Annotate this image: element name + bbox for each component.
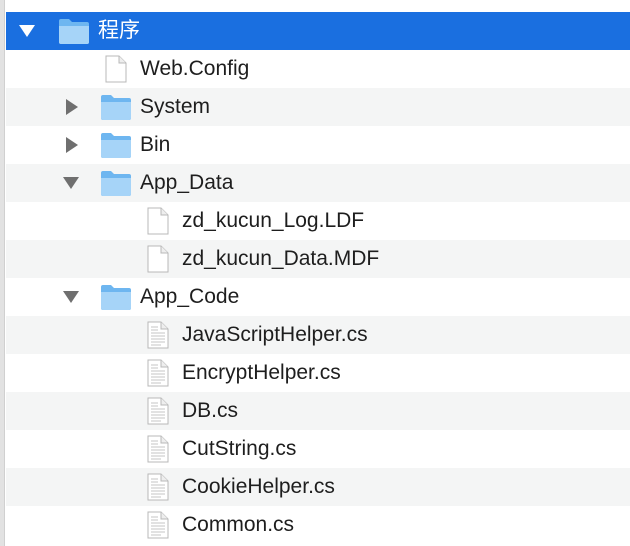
tree-row-folder-app-code[interactable]: App_Code xyxy=(6,278,630,316)
disclosure-collapsed-icon[interactable] xyxy=(66,137,78,153)
tree-row-file[interactable]: CookieHelper.cs xyxy=(6,468,630,506)
file-icon xyxy=(142,245,174,273)
tree-row-label: EncryptHelper.cs xyxy=(182,361,341,384)
disclosure-expanded-icon[interactable] xyxy=(19,25,35,37)
window-edge xyxy=(0,0,5,546)
tree-row-label: JavaScriptHelper.cs xyxy=(182,323,368,346)
text-document-icon xyxy=(142,321,174,349)
file-tree: 程序 Web.Config System Bin App_Data zd_kuc… xyxy=(0,0,630,546)
disclosure-collapsed-icon[interactable] xyxy=(66,99,78,115)
tree-row-folder-app-data[interactable]: App_Data xyxy=(6,164,630,202)
tree-row-label: DB.cs xyxy=(182,399,239,422)
folder-icon xyxy=(100,169,132,197)
tree-row-file[interactable]: zd_kucun_Log.LDF xyxy=(6,202,630,240)
file-icon xyxy=(100,55,132,83)
tree-row-folder-bin[interactable]: Bin xyxy=(6,126,630,164)
text-document-icon xyxy=(142,435,174,463)
disclosure-expanded-icon[interactable] xyxy=(63,291,79,303)
folder-icon xyxy=(100,93,132,121)
tree-row-label: zd_kucun_Log.LDF xyxy=(182,209,365,232)
tree-row-file[interactable]: EncryptHelper.cs xyxy=(6,354,630,392)
folder-icon xyxy=(58,17,90,45)
tree-row-root[interactable]: 程序 xyxy=(6,12,630,50)
tree-row-file[interactable]: Web.Config xyxy=(6,50,630,88)
text-document-icon xyxy=(142,359,174,387)
disclosure-expanded-icon[interactable] xyxy=(63,177,79,189)
tree-row-file[interactable]: zd_kucun_Data.MDF xyxy=(6,240,630,278)
tree-row-folder-system[interactable]: System xyxy=(6,88,630,126)
tree-row-file[interactable]: JavaScriptHelper.cs xyxy=(6,316,630,354)
file-icon xyxy=(142,207,174,235)
text-document-icon xyxy=(142,397,174,425)
tree-row-label: App_Data xyxy=(140,171,234,194)
tree-row-label: Bin xyxy=(140,133,171,156)
tree-row-label: Common.cs xyxy=(182,513,295,536)
tree-row-label: CutString.cs xyxy=(182,437,297,460)
tree-row-label: CookieHelper.cs xyxy=(182,475,335,498)
tree-row-label: zd_kucun_Data.MDF xyxy=(182,247,380,270)
tree-row-label: Web.Config xyxy=(140,57,250,80)
tree-row-file[interactable]: Common.cs xyxy=(6,506,630,544)
tree-row-file[interactable]: CutString.cs xyxy=(6,430,630,468)
tree-row-label: App_Code xyxy=(140,285,240,308)
tree-row-label: 程序 xyxy=(98,19,140,42)
text-document-icon xyxy=(142,473,174,501)
folder-icon xyxy=(100,283,132,311)
text-document-icon xyxy=(142,511,174,539)
folder-icon xyxy=(100,131,132,159)
tree-row-file[interactable]: DB.cs xyxy=(6,392,630,430)
tree-row-label: System xyxy=(140,95,211,118)
